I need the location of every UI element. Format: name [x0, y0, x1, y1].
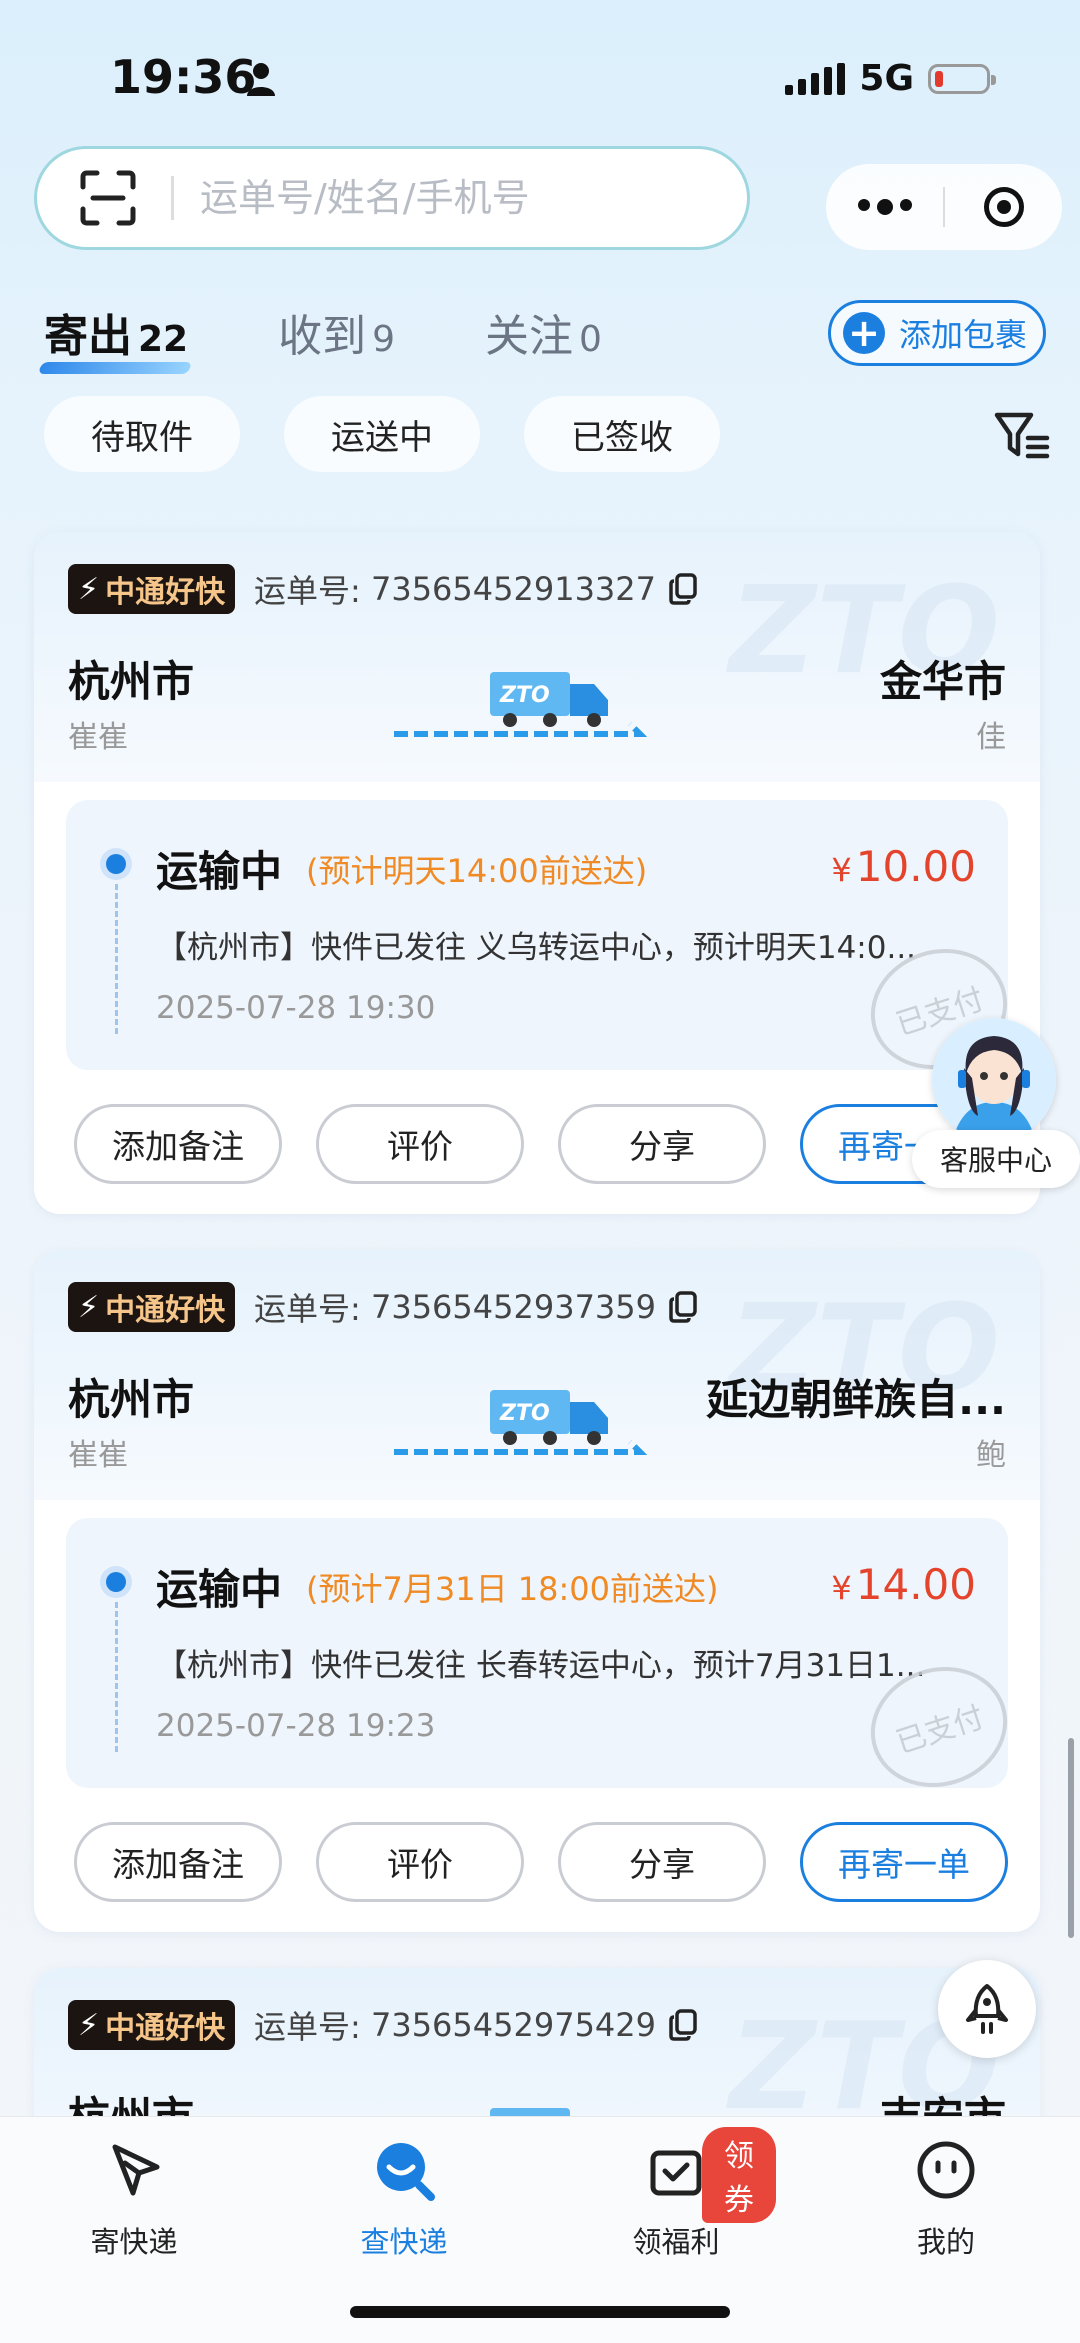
destination-city: 金华市 — [879, 657, 1006, 706]
bolt-icon: ⚡ — [78, 1289, 100, 1325]
shipment-status: 运输中 — [156, 847, 283, 896]
search-input[interactable] — [198, 175, 722, 221]
tracking-time: 2025-07-28 19:23 — [156, 1708, 436, 1744]
svg-text:ZTO: ZTO — [499, 1401, 550, 1426]
status-filter-chips: 待取件 运送中 已签收 — [44, 396, 720, 472]
copy-icon[interactable] — [668, 1291, 698, 1323]
bolt-icon: ⚡ — [78, 571, 100, 607]
shipping-price: ¥14.00 — [831, 1560, 976, 1609]
shipment-card[interactable]: ZTO ⚡ 中通好快 运单号: 73565452913327 杭州市 崔崔 ZTO… — [34, 532, 1040, 1214]
coupon-badge: 领券 — [702, 2127, 776, 2223]
close-program-button[interactable] — [945, 187, 1062, 227]
shipment-status: 运输中 — [156, 1565, 283, 1614]
share-button[interactable]: 分享 — [558, 1822, 766, 1902]
more-icon[interactable] — [826, 199, 943, 215]
search-parcel-icon — [377, 2143, 435, 2201]
tracking-panel[interactable]: 运输中 (预计7月31日 18:00前送达) ¥14.00 【杭州市】快件已发往… — [66, 1518, 1023, 1805]
chip-signed[interactable]: 已签收 — [524, 396, 720, 472]
add-note-button[interactable]: 添加备注 — [74, 1104, 282, 1184]
status-dot — [106, 1572, 126, 1592]
brand-badge: ⚡ 中通好快 — [68, 1282, 236, 1332]
brand-badge: ⚡ 中通好快 — [68, 2000, 236, 2050]
tab-received[interactable]: 收到 9 — [278, 300, 395, 364]
recipient-name: 鲍 — [976, 1438, 1006, 1473]
scrollbar[interactable] — [1068, 1738, 1074, 1938]
network-type: 5G — [859, 58, 914, 99]
review-button[interactable]: 评价 — [316, 1822, 524, 1902]
waybill-number: 运单号: 73565452975429 — [254, 2002, 698, 2048]
nav-profile[interactable]: 我的 — [846, 2137, 1046, 2261]
send-icon — [112, 2144, 160, 2196]
shipment-tabs: 寄出 22 收到 9 关注 0 — [44, 300, 692, 364]
nav-benefits[interactable]: 领福利 领券 — [576, 2127, 776, 2261]
share-button[interactable]: 分享 — [558, 1104, 766, 1184]
service-avatar — [932, 1018, 1056, 1142]
add-note-button[interactable]: 添加备注 — [74, 1822, 282, 1902]
brand-badge: ⚡ 中通好快 — [68, 564, 236, 614]
chip-in-transit[interactable]: 运送中 — [284, 396, 480, 472]
review-button[interactable]: 评价 — [316, 1104, 524, 1184]
sender-name: 崔崔 — [68, 720, 128, 755]
rocket-icon — [966, 1984, 1008, 2034]
chip-pending-pickup[interactable]: 待取件 — [44, 396, 240, 472]
tracking-time: 2025-07-28 19:30 — [156, 990, 436, 1026]
home-indicator — [350, 2306, 730, 2318]
recipient-name: 佳 — [976, 720, 1006, 755]
search-bar[interactable] — [34, 146, 750, 250]
tracking-message: 【杭州市】快件已发往 义乌转运中心，预计明天14:0... — [156, 930, 917, 966]
copy-icon[interactable] — [668, 2009, 698, 2041]
resend-button[interactable]: 再寄一单 — [800, 1822, 1008, 1902]
shipment-card[interactable]: ZTO ⚡ 中通好快 运单号: 73565452937359 杭州市 崔崔 ZTO… — [34, 1250, 1040, 1932]
sender-name: 崔崔 — [68, 1438, 128, 1473]
person-icon — [247, 63, 275, 96]
card-actions: 添加备注 评价 分享 再寄一单 — [74, 1822, 1008, 1902]
tracking-panel[interactable]: 运输中 (预计明天14:00前送达) ¥10.00 【杭州市】快件已发往 义乌转… — [66, 800, 1023, 1087]
back-to-top-button[interactable] — [938, 1960, 1036, 2058]
destination-city: 延边朝鲜族自... — [706, 1375, 1006, 1424]
filter-icon[interactable] — [994, 410, 1050, 462]
status-indicators: 5G — [785, 58, 996, 99]
mini-program-capsule — [826, 164, 1062, 250]
waybill-number: 运单号: 73565452937359 — [254, 1284, 698, 1330]
waybill-number: 运单号: 73565452913327 — [254, 566, 698, 612]
svg-text:ZTO: ZTO — [499, 683, 550, 708]
signal-icon — [785, 62, 846, 95]
tab-sent[interactable]: 寄出 22 — [44, 300, 188, 364]
eta-text: (预计明天14:00前送达) — [306, 852, 648, 890]
origin-city: 杭州市 — [68, 657, 195, 706]
origin-city: 杭州市 — [68, 1375, 195, 1424]
tab-followed[interactable]: 关注 0 — [485, 300, 602, 364]
status-dot — [106, 854, 126, 874]
nav-track[interactable]: 查快递 — [304, 2137, 504, 2261]
gift-icon — [650, 2150, 702, 2196]
eta-text: (预计7月31日 18:00前送达) — [306, 1570, 719, 1608]
search-divider — [171, 176, 174, 220]
shipping-price: ¥10.00 — [831, 842, 976, 891]
card-actions: 添加备注 评价 分享 再寄一单 — [74, 1104, 1008, 1184]
status-time: 19:36 — [110, 50, 257, 104]
tracking-message: 【杭州市】快件已发往 长春转运中心，预计7月31日1... — [156, 1648, 926, 1684]
copy-icon[interactable] — [668, 573, 698, 605]
add-package-button[interactable]: + 添加包裹 — [828, 300, 1046, 366]
truck-icon: ZTO — [394, 1390, 648, 1455]
scan-icon[interactable] — [79, 169, 137, 227]
nav-send[interactable]: 寄快递 — [34, 2137, 234, 2261]
customer-service-button[interactable]: 客服中心 — [912, 1018, 1080, 1214]
bolt-icon: ⚡ — [78, 2007, 100, 2043]
plus-icon: + — [843, 312, 885, 354]
target-icon — [983, 187, 1024, 227]
battery-icon — [928, 63, 996, 94]
profile-icon — [917, 2141, 975, 2199]
truck-icon: ZTO — [394, 672, 648, 737]
